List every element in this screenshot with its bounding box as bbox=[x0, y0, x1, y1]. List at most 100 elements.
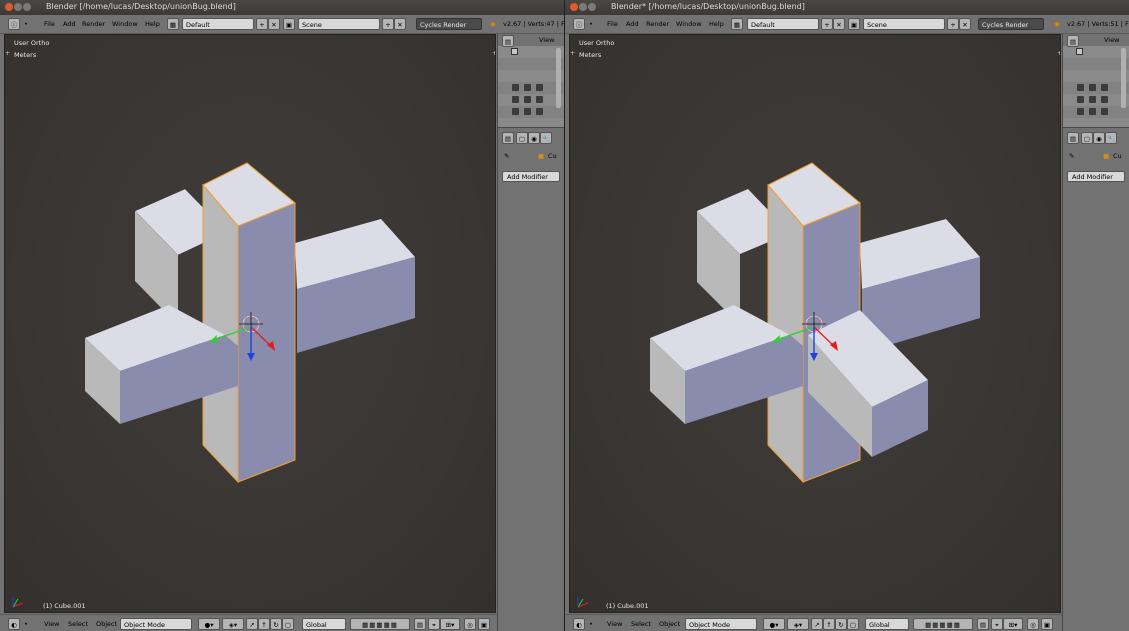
add-layout-button[interactable]: + bbox=[256, 18, 268, 30]
scene-tab-icon[interactable]: ◉ bbox=[1093, 132, 1105, 144]
editor-type-3d-icon[interactable]: ◐ bbox=[8, 618, 20, 630]
cursor-icon[interactable] bbox=[1089, 108, 1096, 115]
outliner-view-menu[interactable]: View bbox=[539, 34, 554, 46]
scene-icon[interactable]: ▣ bbox=[848, 18, 860, 30]
add-modifier-button[interactable]: Add Modifier bbox=[1067, 171, 1125, 182]
proportional-edit-icon[interactable]: ◎ bbox=[1027, 618, 1039, 630]
outliner-scrollbar[interactable] bbox=[1121, 48, 1126, 108]
add-layout-button[interactable]: + bbox=[821, 18, 833, 30]
outliner-row-camera[interactable] bbox=[1063, 82, 1129, 94]
editor-type-icon[interactable]: ⓘ bbox=[573, 18, 585, 30]
render-icon[interactable] bbox=[536, 108, 543, 115]
eye-icon[interactable] bbox=[1077, 108, 1084, 115]
outliner[interactable]: ▤ View bbox=[1063, 34, 1129, 128]
cursor-icon[interactable] bbox=[1089, 84, 1096, 91]
eye-icon[interactable] bbox=[512, 108, 519, 115]
menu-window[interactable]: Window bbox=[112, 18, 138, 30]
screen-layout-icon[interactable]: ▦ bbox=[167, 18, 179, 30]
outliner-scrollbar[interactable] bbox=[556, 48, 561, 108]
scene-tab-icon[interactable]: ◉ bbox=[528, 132, 540, 144]
add-modifier-button[interactable]: Add Modifier bbox=[502, 171, 560, 182]
outliner-view-menu[interactable]: View bbox=[1104, 34, 1119, 46]
modifier-tab-icon[interactable]: 🔧 bbox=[540, 132, 552, 144]
outliner-row-scene[interactable] bbox=[1063, 46, 1129, 58]
scene-field[interactable]: Scene bbox=[863, 18, 945, 30]
layout-field[interactable]: Default bbox=[747, 18, 819, 30]
snap-icon[interactable]: ⌖ bbox=[428, 618, 440, 630]
eye-icon[interactable] bbox=[512, 84, 519, 91]
window-close-icon[interactable] bbox=[570, 3, 578, 11]
outliner-row-scene[interactable] bbox=[498, 46, 564, 58]
layers-grid[interactable]: ▦▦▦▦▦ bbox=[350, 618, 410, 630]
properties-type-icon[interactable]: ▤ bbox=[502, 132, 514, 144]
snap-element-dropdown[interactable]: ⊞▾ bbox=[1003, 618, 1023, 630]
outliner-row-cube[interactable] bbox=[1063, 94, 1129, 106]
modifier-tab-icon[interactable]: 🔧 bbox=[1105, 132, 1117, 144]
scale-icon[interactable]: ▢ bbox=[282, 618, 294, 630]
scale-icon[interactable]: ▢ bbox=[847, 618, 859, 630]
shading-dropdown[interactable]: ●▾ bbox=[763, 618, 785, 630]
outliner-row-cube[interactable] bbox=[498, 94, 564, 106]
menu-view[interactable]: View bbox=[607, 618, 622, 630]
eye-icon[interactable] bbox=[512, 96, 519, 103]
snap-element-dropdown[interactable]: ⊞▾ bbox=[440, 618, 460, 630]
rotate-icon[interactable]: ↻ bbox=[270, 618, 282, 630]
render-icon[interactable] bbox=[536, 84, 543, 91]
screen-layout-icon[interactable]: ▦ bbox=[731, 18, 743, 30]
properties-editor[interactable]: ▤ ▢ ◉ 🔧 ✎ ■ Cu Add Modifier bbox=[1063, 130, 1129, 631]
outliner-row[interactable] bbox=[498, 70, 564, 82]
menu-add[interactable]: Add bbox=[626, 18, 639, 30]
cursor-icon[interactable] bbox=[1089, 96, 1096, 103]
outliner-row-lamp[interactable] bbox=[498, 106, 564, 118]
scene-icon[interactable]: ▣ bbox=[283, 18, 295, 30]
render-engine-dropdown[interactable]: Cycles Render bbox=[978, 18, 1044, 30]
manipulator-toggle-icon[interactable]: ↗ bbox=[246, 618, 258, 630]
layers-grid[interactable]: ▦▦▦▦▦ bbox=[913, 618, 973, 630]
menu-select[interactable]: Select bbox=[68, 618, 88, 630]
render-tab-icon[interactable]: ▢ bbox=[516, 132, 528, 144]
pin-icon[interactable]: ✎ bbox=[1069, 150, 1074, 162]
window-close-icon[interactable] bbox=[5, 3, 13, 11]
manipulator-toggle-icon[interactable]: ↗ bbox=[811, 618, 823, 630]
editor-type-icon[interactable]: ⓘ bbox=[8, 18, 20, 30]
render-preview-icon[interactable]: ▣ bbox=[478, 618, 490, 630]
remove-layout-button[interactable]: ✕ bbox=[268, 18, 280, 30]
menu-object[interactable]: Object bbox=[96, 618, 117, 630]
properties-type-icon[interactable]: ▤ bbox=[1067, 132, 1079, 144]
menu-object[interactable]: Object bbox=[659, 618, 680, 630]
proportional-edit-icon[interactable]: ◎ bbox=[464, 618, 476, 630]
add-scene-button[interactable]: + bbox=[947, 18, 959, 30]
cursor-icon[interactable] bbox=[524, 108, 531, 115]
outliner-row[interactable] bbox=[498, 58, 564, 70]
menu-select[interactable]: Select bbox=[631, 618, 651, 630]
lock-layers-icon[interactable]: ▤ bbox=[414, 618, 426, 630]
lock-layers-icon[interactable]: ▤ bbox=[977, 618, 989, 630]
render-tab-icon[interactable]: ▢ bbox=[1081, 132, 1093, 144]
window-maximize-icon[interactable] bbox=[588, 3, 596, 11]
layout-field[interactable]: Default bbox=[182, 18, 254, 30]
menu-add[interactable]: Add bbox=[63, 18, 76, 30]
outliner[interactable]: ▤ View bbox=[498, 34, 564, 128]
shading-dropdown[interactable]: ●▾ bbox=[198, 618, 220, 630]
render-engine-dropdown[interactable]: Cycles Render bbox=[416, 18, 482, 30]
translate-icon[interactable]: ↑ bbox=[258, 618, 270, 630]
render-icon[interactable] bbox=[536, 96, 543, 103]
window-minimize-icon[interactable] bbox=[579, 3, 587, 11]
cursor-icon[interactable] bbox=[524, 96, 531, 103]
3d-viewport[interactable]: User Ortho Meters (1) Cube.001 + + bbox=[4, 34, 496, 613]
pivot-dropdown[interactable]: ◈▾ bbox=[787, 618, 809, 630]
orientation-dropdown[interactable]: Global bbox=[865, 618, 909, 630]
window-maximize-icon[interactable] bbox=[23, 3, 31, 11]
pin-icon[interactable]: ✎ bbox=[504, 150, 509, 162]
remove-scene-button[interactable]: ✕ bbox=[394, 18, 406, 30]
snap-icon[interactable]: ⌖ bbox=[991, 618, 1003, 630]
menu-render[interactable]: Render bbox=[82, 18, 105, 30]
outliner-row-lamp[interactable] bbox=[1063, 106, 1129, 118]
mode-dropdown[interactable]: Object Mode bbox=[685, 618, 757, 630]
menu-help[interactable]: Help bbox=[709, 18, 724, 30]
render-icon[interactable] bbox=[1101, 108, 1108, 115]
menu-file[interactable]: File bbox=[607, 18, 618, 30]
outliner-row[interactable] bbox=[1063, 70, 1129, 82]
editor-type-3d-icon[interactable]: ◐ bbox=[573, 618, 585, 630]
menu-file[interactable]: File bbox=[44, 18, 55, 30]
